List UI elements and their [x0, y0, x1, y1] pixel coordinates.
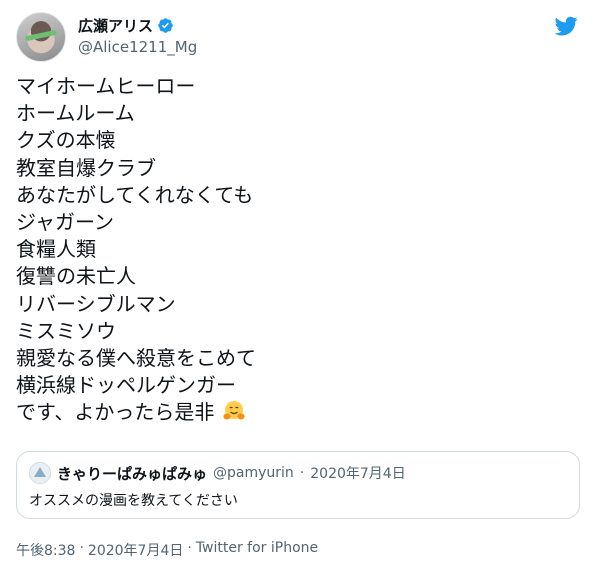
author-info: 広瀬アリス @Alice1211_Mg: [78, 14, 197, 57]
tweet-line: クズの本懐: [16, 128, 116, 153]
tweet-line: 教室自爆クラブ: [16, 155, 156, 180]
avatar-detail: [24, 29, 58, 42]
tweet-body: マイホームヒーロー ホームルーム クズの本懐 教室自爆クラブ あなたがしてくれな…: [16, 73, 576, 426]
author-avatar[interactable]: [16, 12, 66, 62]
tweet-line: ホームルーム: [16, 101, 135, 126]
tweet-line: ミスミソウ: [16, 318, 116, 343]
hugging-face-emoji-icon: [223, 401, 245, 420]
tweet-line: マイホームヒーロー: [16, 74, 196, 98]
tweet-date[interactable]: 2020年7月4日: [88, 540, 183, 560]
quoted-tweet-date[interactable]: 2020年7月4日: [310, 463, 405, 483]
tweet-line: ジャガーン: [16, 209, 114, 234]
separator-dot: ·: [299, 465, 305, 481]
tweet-source[interactable]: Twitter for iPhone: [196, 540, 318, 560]
tweet-line: あなたがしてくれなくても: [16, 182, 254, 207]
separator-dot: ·: [187, 540, 192, 556]
quoted-author-avatar[interactable]: [29, 462, 51, 484]
tweet-line-text: です、よかったら是非: [16, 400, 215, 425]
quoted-tweet-text: オススメの漫画を教えてください: [29, 493, 238, 509]
quoted-avatar-art-icon: [34, 467, 46, 477]
quoted-author-name[interactable]: きゃりーぱみゅぱみゅ: [57, 463, 207, 484]
tweet-line: 復讐の未亡人: [16, 264, 136, 289]
tweet-line-last: です、よかったら是非: [16, 399, 576, 426]
tweet-time[interactable]: 午後8:38: [16, 540, 75, 560]
author-display-name[interactable]: 広瀬アリス: [78, 15, 153, 36]
tweet-line: 食糧人類: [16, 237, 96, 262]
author-name-row: 広瀬アリス: [78, 14, 197, 36]
tweet-line: リバーシブルマン: [16, 291, 176, 316]
author-handle[interactable]: @Alice1211_Mg: [78, 38, 197, 56]
separator-dot: ·: [79, 540, 84, 556]
verified-badge-icon: [158, 17, 173, 33]
tweet-line: 親愛なる僕へ殺意をこめて: [16, 345, 256, 370]
tweet-header: 広瀬アリス @Alice1211_Mg: [16, 8, 580, 62]
quoted-tweet-header: きゃりーぱみゅぱみゅ @pamyurin · 2020年7月4日: [29, 462, 406, 484]
quoted-author-handle[interactable]: @pamyurin: [213, 465, 294, 481]
tweet-line: 横浜線ドッペルゲンガー: [16, 373, 236, 398]
quoted-tweet-card[interactable]: きゃりーぱみゅぱみゅ @pamyurin · 2020年7月4日 オススメの漫画…: [16, 451, 580, 519]
tweet-metadata: 午後8:38 · 2020年7月4日 · Twitter for iPhone: [16, 540, 318, 560]
twitter-bird-icon[interactable]: [554, 14, 578, 38]
